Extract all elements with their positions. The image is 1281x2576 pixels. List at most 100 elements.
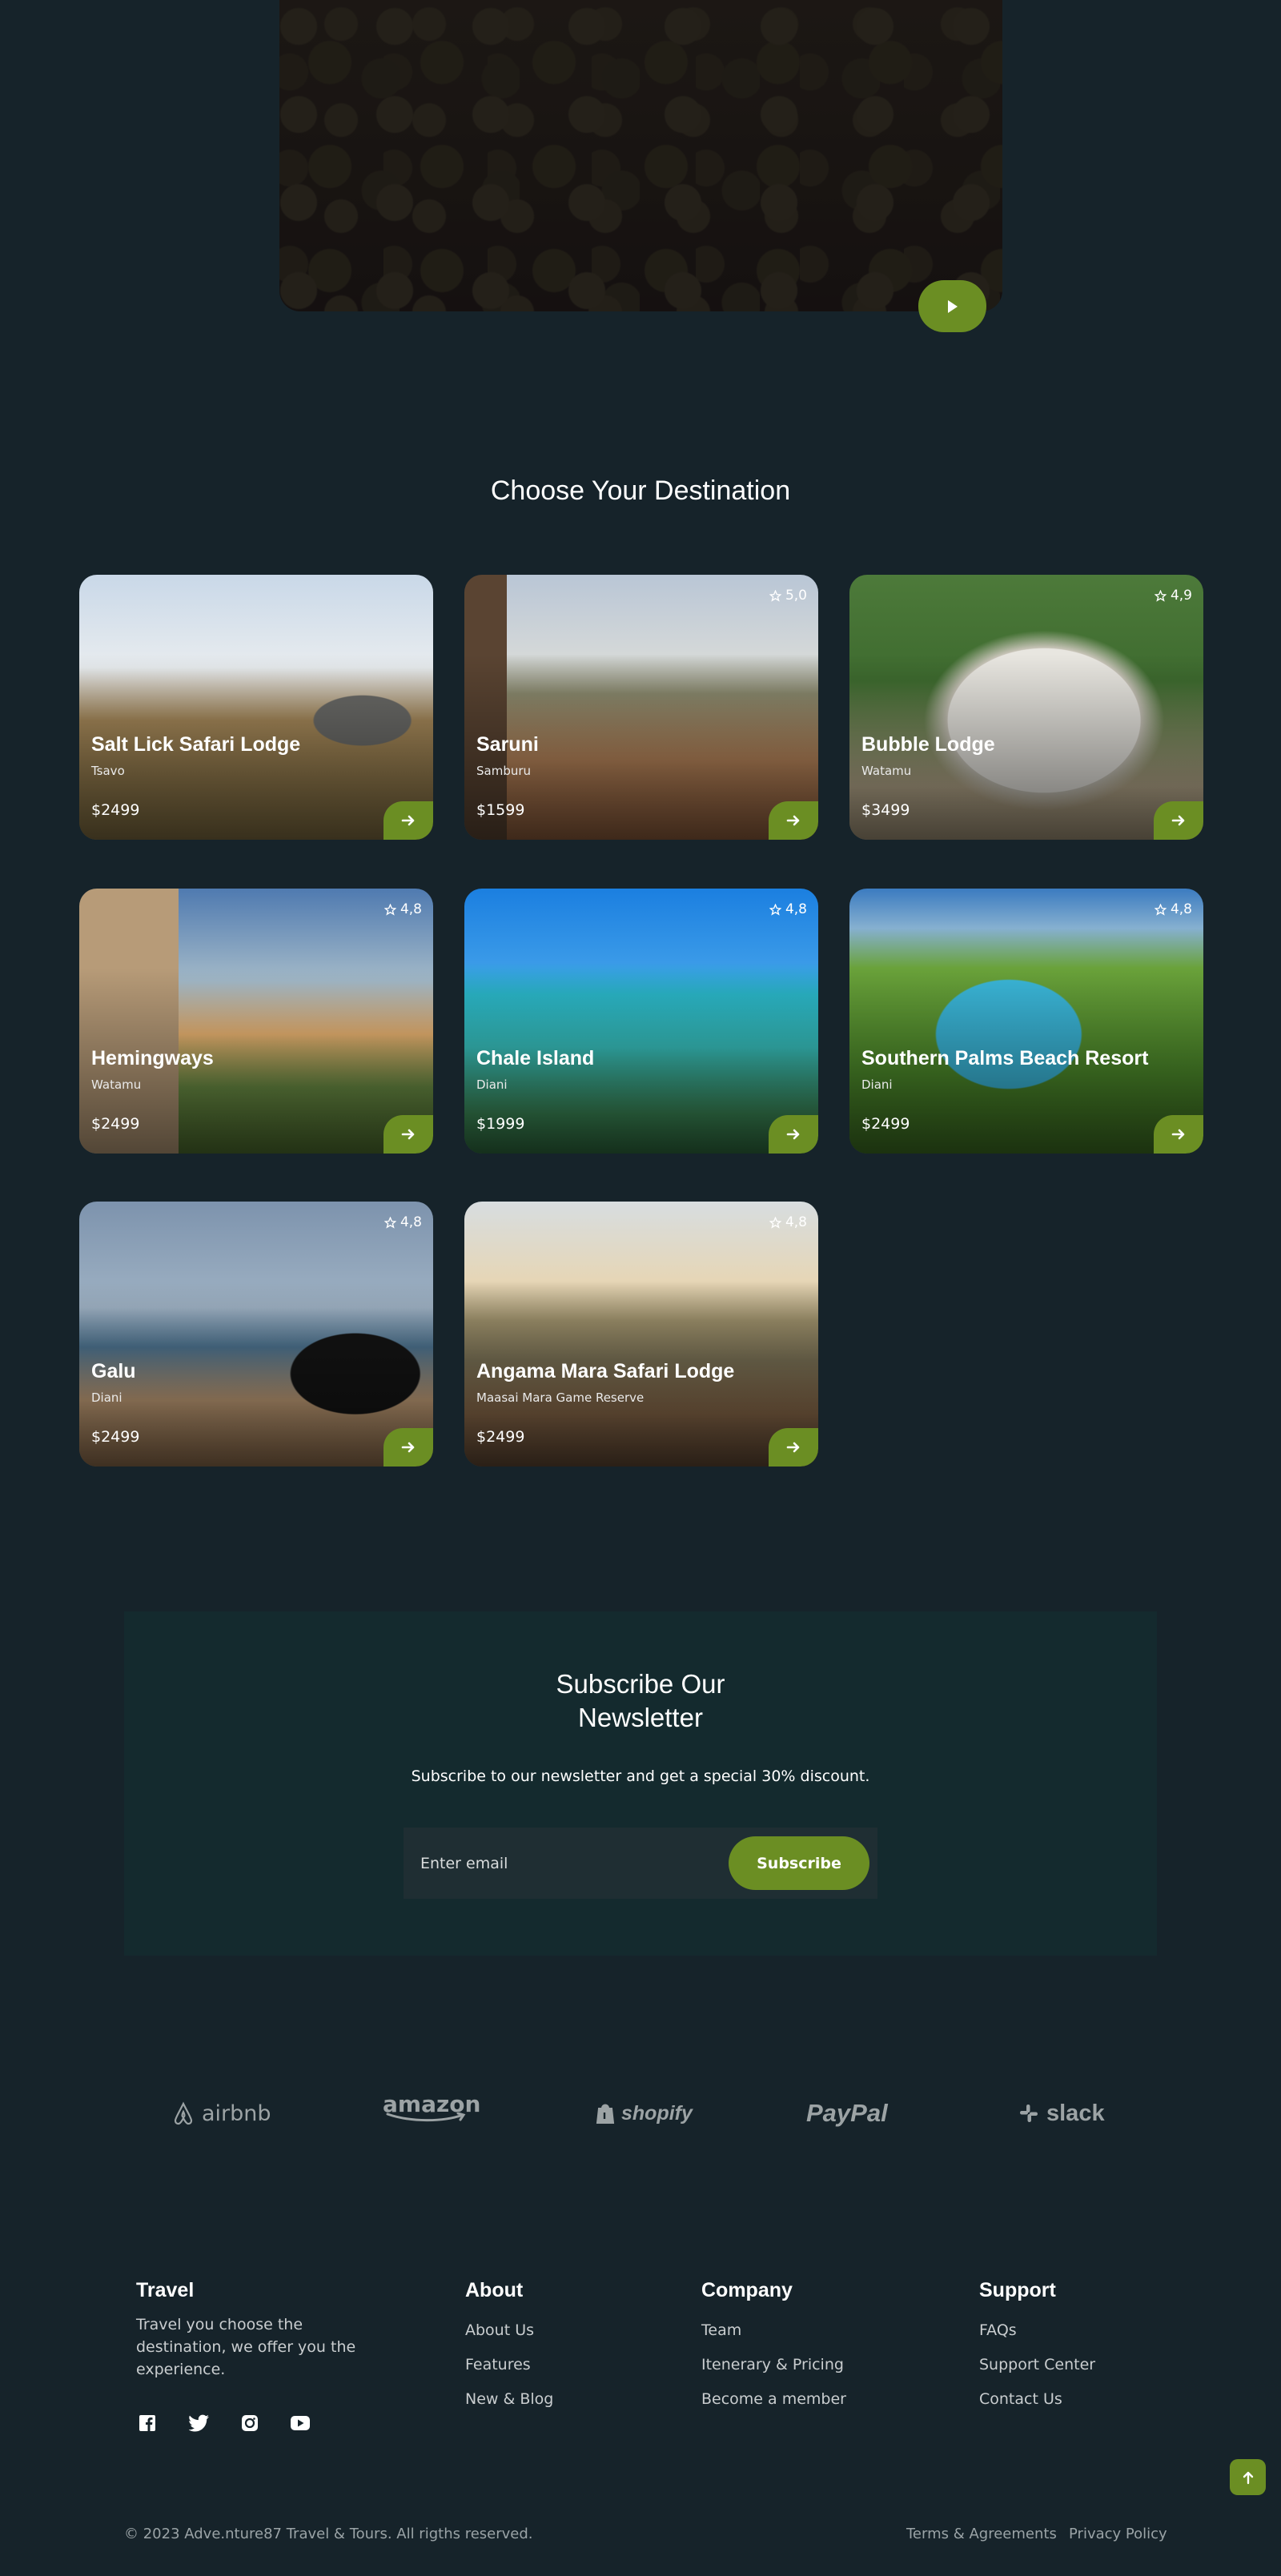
star-icon (769, 589, 781, 602)
destination-card[interactable]: 4,9 Bubble Lodge Watamu $3499 (849, 575, 1203, 840)
subscribe-button[interactable]: Subscribe (729, 1836, 869, 1890)
terms-link[interactable]: Terms & Agreements (906, 2526, 1057, 2542)
newsletter-title: Subscribe Our Newsletter (124, 1667, 1157, 1735)
card-location: Samburu (476, 764, 532, 778)
brand-name: PayPal (806, 2099, 888, 2127)
card-overlay (849, 889, 1203, 1154)
star-icon (769, 903, 781, 916)
footer-company-title: Company (701, 2279, 793, 2301)
card-name: Southern Palms Beach Resort (861, 1047, 1149, 1069)
card-rating: 4,8 (1154, 901, 1192, 917)
footer-link-features[interactable]: Features (465, 2356, 531, 2373)
youtube-icon (291, 2416, 310, 2430)
rating-value: 4,8 (1170, 901, 1192, 917)
shopify-bag-icon (596, 2104, 615, 2124)
arrow-right-icon (401, 1442, 415, 1453)
footer-link-contact-us[interactable]: Contact Us (979, 2390, 1062, 2408)
rating-value: 4,8 (400, 1214, 422, 1230)
privacy-link[interactable]: Privacy Policy (1069, 2526, 1167, 2542)
star-icon (769, 1216, 781, 1229)
instagram-link[interactable] (239, 2412, 261, 2434)
card-name: Galu (91, 1360, 136, 1382)
rating-value: 4,9 (1170, 588, 1192, 604)
brand-name: airbnb (202, 2101, 271, 2126)
card-rating: 4,9 (1154, 588, 1192, 604)
star-icon (1154, 903, 1167, 916)
footer-travel-description: Travel you choose the destination, we of… (136, 2316, 356, 2378)
footer-about-title: About (465, 2279, 524, 2301)
destination-card[interactable]: 4,8 Chale Island Diani $1999 (464, 889, 818, 1154)
destination-card[interactable]: 4,8 Southern Palms Beach Resort Diani $2… (849, 889, 1203, 1154)
card-arrow-button[interactable] (383, 1428, 433, 1467)
facebook-icon (139, 2415, 155, 2431)
card-arrow-button[interactable] (769, 801, 818, 840)
footer-link-become-member[interactable]: Become a member (701, 2390, 846, 2408)
twitter-link[interactable] (188, 2412, 211, 2434)
card-name: Saruni (476, 733, 539, 756)
youtube-link[interactable] (289, 2412, 311, 2434)
destination-card[interactable]: 4,8 Hemingways Watamu $2499 (79, 889, 433, 1154)
card-arrow-button[interactable] (769, 1428, 818, 1467)
card-location: Watamu (861, 764, 912, 778)
star-icon (383, 903, 396, 916)
footer-link-about-us[interactable]: About Us (465, 2321, 534, 2339)
card-arrow-button[interactable] (769, 1115, 818, 1154)
play-video-button[interactable] (918, 280, 986, 332)
newsletter-title-line1: Subscribe Our (556, 1669, 725, 1699)
newsletter-section: Subscribe Our Newsletter Subscribe to ou… (124, 1611, 1157, 1956)
brand-airbnb: airbnb (171, 2096, 271, 2131)
card-price: $2499 (91, 1428, 140, 1446)
arrow-right-icon (401, 815, 415, 826)
footer-travel-title: Travel (136, 2279, 195, 2301)
star-icon (383, 1216, 396, 1229)
card-rating: 4,8 (383, 1214, 422, 1230)
brand-slack: slack (1018, 2096, 1105, 2131)
destination-card[interactable]: 4,8 Galu Diani $2499 (79, 1202, 433, 1467)
facebook-link[interactable] (136, 2412, 159, 2434)
card-price: $2499 (91, 1115, 140, 1133)
arrow-up-icon (1243, 2471, 1253, 2484)
card-location: Maasai Mara Game Reserve (476, 1390, 645, 1405)
card-arrow-button[interactable] (1154, 1115, 1203, 1154)
card-overlay (79, 575, 433, 840)
card-price: $2499 (91, 801, 140, 819)
newsletter-form: Subscribe (404, 1828, 877, 1899)
rating-value: 5,0 (785, 588, 807, 604)
card-location: Diani (91, 1390, 122, 1405)
section-title: Choose Your Destination (490, 475, 791, 506)
amazon-smile-icon (386, 2113, 466, 2122)
email-input[interactable] (404, 1828, 724, 1899)
scroll-to-top-button[interactable] (1230, 2459, 1266, 2495)
slack-logo-icon (1020, 2105, 1038, 2122)
card-overlay (79, 1202, 433, 1467)
card-arrow-button[interactable] (383, 801, 433, 840)
card-arrow-button[interactable] (383, 1115, 433, 1154)
card-overlay (849, 575, 1203, 840)
destination-card[interactable]: 4,8 Angama Mara Safari Lodge Maasai Mara… (464, 1202, 818, 1467)
rating-value: 4,8 (785, 901, 807, 917)
destination-card[interactable]: 5,0 Saruni Samburu $1599 (464, 575, 818, 840)
card-name: Bubble Lodge (861, 733, 995, 756)
footer-link-support-center[interactable]: Support Center (979, 2356, 1095, 2373)
rating-value: 4,8 (400, 901, 422, 917)
card-location: Diani (476, 1077, 508, 1092)
brand-name: slack (1046, 2100, 1105, 2126)
rating-value: 4,8 (785, 1214, 807, 1230)
card-name: Chale Island (476, 1047, 595, 1069)
footer-link-new-blog[interactable]: New & Blog (465, 2390, 553, 2408)
card-rating: 4,8 (383, 901, 422, 917)
card-arrow-button[interactable] (1154, 801, 1203, 840)
footer-link-team[interactable]: Team (701, 2321, 741, 2339)
card-price: $1999 (476, 1115, 525, 1133)
footer-link-faqs[interactable]: FAQs (979, 2321, 1017, 2339)
twitter-icon (189, 2414, 209, 2432)
card-location: Tsavo (91, 764, 125, 778)
footer-support-title: Support (979, 2279, 1056, 2301)
footer-link-itenerary-pricing[interactable]: Itenerary & Pricing (701, 2356, 844, 2373)
brand-shopify: shopify (596, 2096, 693, 2131)
card-location: Diani (861, 1077, 893, 1092)
play-icon (947, 299, 958, 313)
destination-card[interactable]: Salt Lick Safari Lodge Tsavo $2499 (79, 575, 433, 840)
card-price: $1599 (476, 801, 525, 819)
card-name: Angama Mara Safari Lodge (476, 1360, 735, 1382)
